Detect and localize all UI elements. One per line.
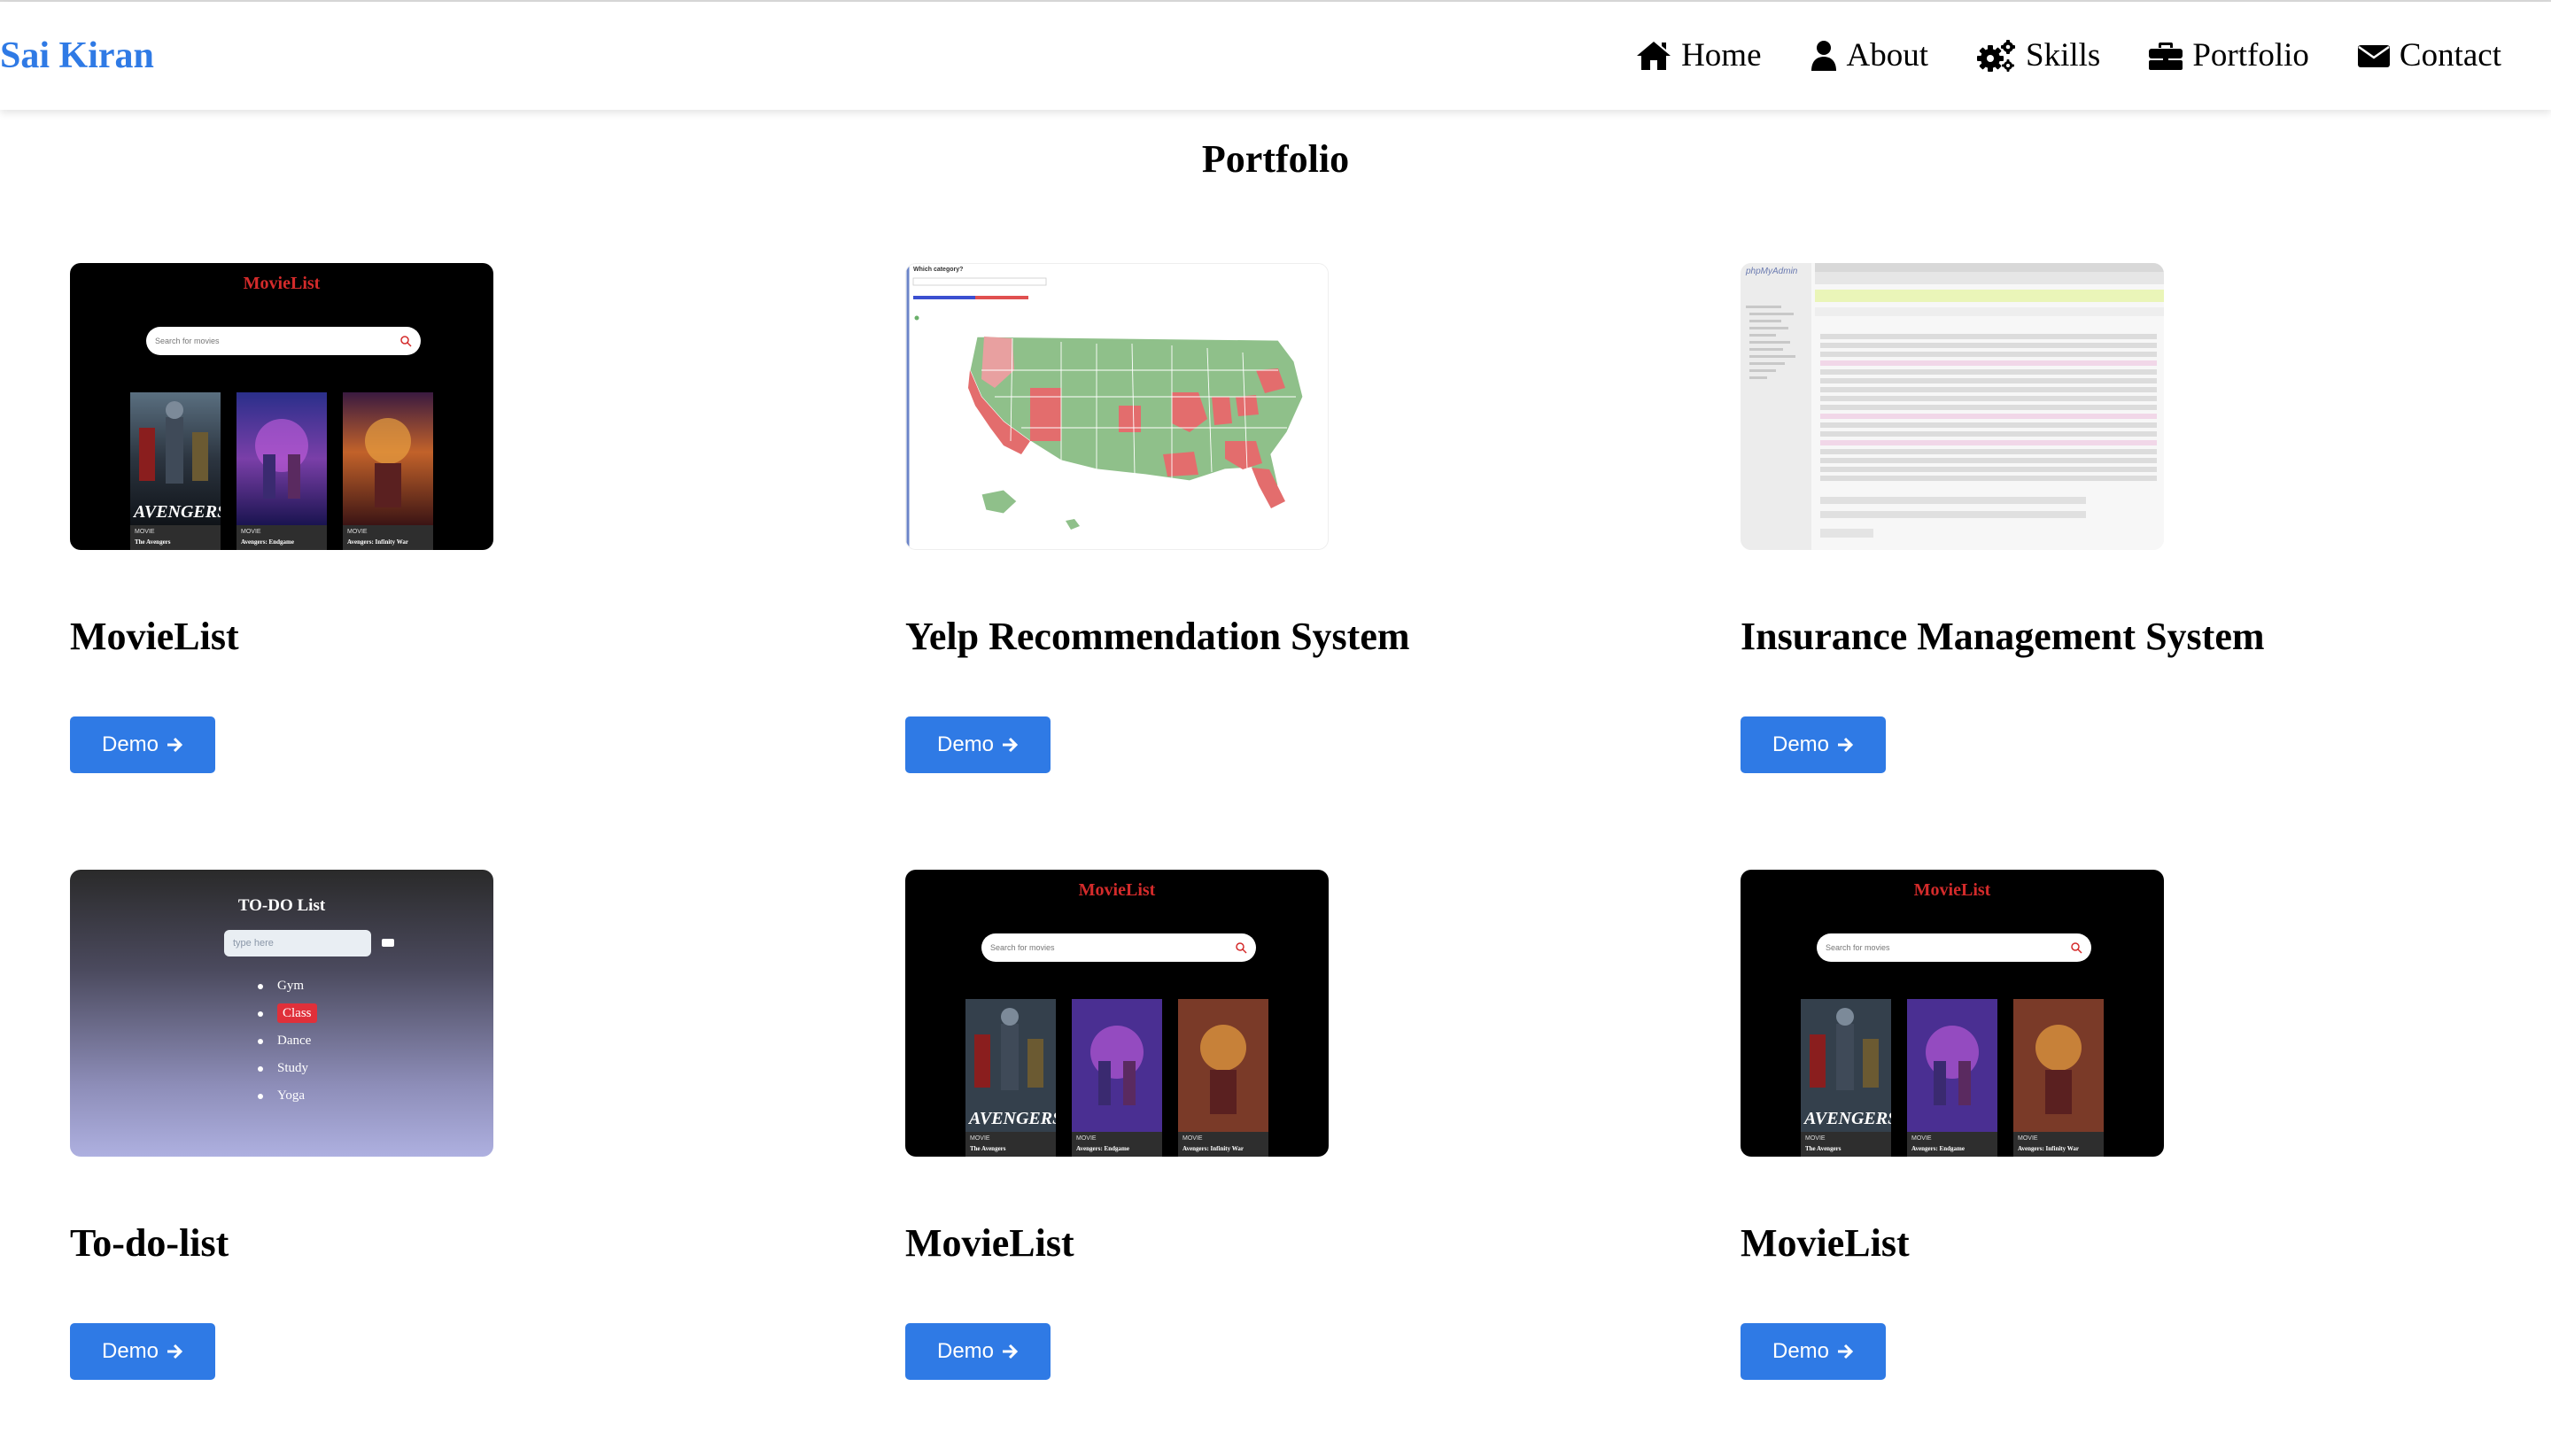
arrow-right-icon bbox=[167, 1344, 183, 1359]
poster-caption: MOVIE Avengers: Infinity War bbox=[2013, 1132, 2104, 1157]
endgame-poster-art bbox=[236, 392, 327, 525]
poster-caption: MOVIE Avengers: Infinity War bbox=[1178, 1132, 1268, 1157]
poster-caption: MOVIE The Avengers bbox=[130, 525, 221, 550]
phpmyadmin-screenshot: phpMyAdmin bbox=[1741, 263, 2164, 550]
movie-search-box: Search for movies bbox=[146, 327, 421, 355]
demo-button[interactable]: Demo bbox=[70, 716, 215, 773]
movie-poster: MOVIE Avengers: Infinity War bbox=[1178, 999, 1268, 1157]
movie-poster: MOVIE Avengers: Infinity War bbox=[343, 392, 433, 550]
poster-caption: MOVIE Avengers: Infinity War bbox=[343, 525, 433, 550]
nav-home-label: Home bbox=[1681, 37, 1762, 74]
search-icon bbox=[2071, 942, 2082, 954]
todo-item: Yoga bbox=[258, 1082, 317, 1110]
movielist-logo: MovieList bbox=[1078, 880, 1156, 900]
movielist-logo: MovieList bbox=[1913, 880, 1991, 900]
project-title: MovieList bbox=[70, 615, 239, 658]
project-thumbnail[interactable]: phpMyAdmin bbox=[1741, 263, 2164, 550]
nav-skills-label: Skills bbox=[2026, 37, 2101, 74]
poster-caption: MOVIE The Avengers bbox=[965, 1132, 1056, 1157]
nav-portfolio-label: Portfolio bbox=[2192, 37, 2309, 74]
poster-title-art: AVENGERS bbox=[969, 1109, 1056, 1128]
briefcase-icon bbox=[2149, 43, 2183, 70]
todo-add-button bbox=[382, 939, 394, 947]
nav-portfolio[interactable]: Portfolio bbox=[2148, 32, 2309, 80]
nav-about[interactable]: About bbox=[1810, 32, 1929, 80]
search-icon bbox=[400, 336, 412, 347]
endgame-poster-art bbox=[1907, 999, 1997, 1132]
brand-logo[interactable]: Sai Kiran bbox=[0, 32, 154, 80]
arrow-right-icon bbox=[1838, 1344, 1854, 1359]
endgame-poster-art bbox=[1072, 999, 1162, 1132]
project-title: Yelp Recommendation System bbox=[905, 615, 1410, 658]
demo-button[interactable]: Demo bbox=[905, 716, 1051, 773]
poster-caption: MOVIE Avengers: Endgame bbox=[236, 525, 327, 550]
demo-button[interactable]: Demo bbox=[1741, 1323, 1886, 1380]
project-title: To-do-list bbox=[70, 1221, 229, 1265]
project-thumbnail[interactable]: MovieList Search for movies AVENGERS MOV… bbox=[70, 263, 493, 550]
todo-input: type here bbox=[224, 930, 371, 956]
arrow-right-icon bbox=[1003, 737, 1019, 753]
infinity-war-poster-art bbox=[1178, 999, 1268, 1132]
movie-search-box: Search for movies bbox=[981, 933, 1256, 962]
user-icon bbox=[1811, 41, 1836, 71]
yelp-question: Which category? bbox=[913, 267, 963, 273]
todo-item: Gym bbox=[258, 972, 317, 1000]
gears-icon bbox=[1977, 40, 2016, 72]
us-map-screenshot: Which category? bbox=[906, 264, 1328, 549]
infinity-war-poster-art bbox=[2013, 999, 2104, 1132]
infinity-war-poster-art bbox=[343, 392, 433, 525]
poster-caption: MOVIE Avengers: Endgame bbox=[1072, 1132, 1162, 1157]
poster-title-art: AVENGERS bbox=[1804, 1109, 1891, 1128]
poster-title-art: AVENGERS bbox=[134, 502, 221, 522]
demo-button[interactable]: Demo bbox=[1741, 716, 1886, 773]
project-title: MovieList bbox=[1741, 1221, 1910, 1265]
poster-caption: MOVIE The Avengers bbox=[1801, 1132, 1891, 1157]
arrow-right-icon bbox=[167, 737, 183, 753]
search-icon bbox=[1236, 942, 1247, 954]
todo-app-title: TO-DO List bbox=[237, 896, 326, 915]
movie-poster: AVENGERS MOVIE The Avengers bbox=[130, 392, 221, 550]
nav-about-label: About bbox=[1846, 37, 1929, 74]
movie-search-box: Search for movies bbox=[1817, 933, 2091, 962]
movie-poster: AVENGERS MOVIE The Avengers bbox=[1801, 999, 1891, 1157]
phpmyadmin-logo: phpMyAdmin bbox=[1745, 267, 1798, 276]
todo-items: Gym Class Dance Study Yoga bbox=[258, 972, 317, 1110]
project-thumbnail[interactable]: Which category? bbox=[905, 263, 1329, 550]
movie-poster: MOVIE Avengers: Infinity War bbox=[2013, 999, 2104, 1157]
nav-home[interactable]: Home bbox=[1635, 32, 1762, 80]
arrow-right-icon bbox=[1003, 1344, 1019, 1359]
nav-skills[interactable]: Skills bbox=[1976, 32, 2100, 80]
movielist-logo: MovieList bbox=[243, 274, 321, 293]
project-title: MovieList bbox=[905, 1221, 1074, 1265]
project-thumbnail[interactable]: TO-DO List type here Gym Class Dance Stu… bbox=[70, 870, 493, 1157]
movie-poster: MOVIE Avengers: Endgame bbox=[1907, 999, 1997, 1157]
movie-poster: MOVIE Avengers: Endgame bbox=[236, 392, 327, 550]
project-title: Insurance Management System bbox=[1741, 615, 2265, 658]
todo-item: Study bbox=[258, 1055, 317, 1082]
nav-contact[interactable]: Contact bbox=[2357, 32, 2501, 80]
page-title: Portfolio bbox=[1201, 137, 1350, 181]
movie-poster: AVENGERS MOVIE The Avengers bbox=[965, 999, 1056, 1157]
arrow-right-icon bbox=[1838, 737, 1854, 753]
home-icon bbox=[1637, 42, 1671, 70]
todo-item-active: Class bbox=[258, 1000, 317, 1027]
main-nav: Home About Skills Portfolio Contact bbox=[1635, 32, 2501, 80]
movie-poster: MOVIE Avengers: Endgame bbox=[1072, 999, 1162, 1157]
project-thumbnail[interactable]: MovieList Search for movies AVENGERS MOV… bbox=[905, 870, 1329, 1157]
nav-contact-label: Contact bbox=[2399, 37, 2501, 74]
project-thumbnail[interactable]: MovieList Search for movies AVENGERS MOV… bbox=[1741, 870, 2164, 1157]
navbar: Sai Kiran Home About Skills Portfolio Co… bbox=[0, 2, 2551, 110]
demo-button[interactable]: Demo bbox=[70, 1323, 215, 1380]
todo-item: Dance bbox=[258, 1027, 317, 1055]
envelope-icon bbox=[2357, 45, 2390, 67]
poster-caption: MOVIE Avengers: Endgame bbox=[1907, 1132, 1997, 1157]
demo-button[interactable]: Demo bbox=[905, 1323, 1051, 1380]
